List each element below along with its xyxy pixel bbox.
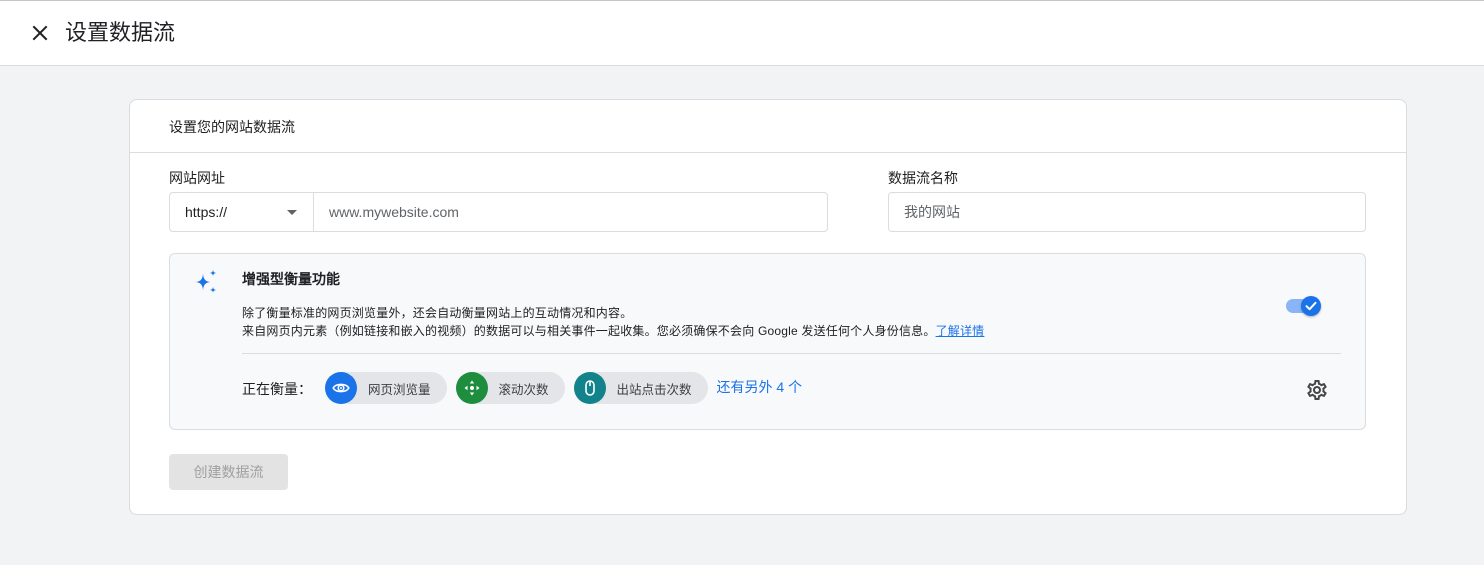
check-icon (1305, 301, 1317, 311)
web-stream-setup-card: 设置您的网站数据流 网站网址 https:// 数据流名称 增强型衡量功能 除了… (129, 99, 1407, 515)
card-title: 设置您的网站数据流 (169, 119, 295, 135)
chip-icon-circle (573, 372, 606, 404)
more-events-link[interactable]: 还有另外 4 个 (717, 377, 803, 397)
stream-name-label: 数据流名称 (888, 170, 958, 186)
chip-label: 出站点击次数 (616, 382, 692, 397)
panel-divider (242, 353, 1341, 354)
scroll-icon (464, 380, 480, 396)
dropdown-arrow-icon (287, 210, 297, 215)
protocol-select[interactable]: https:// (169, 192, 314, 232)
description-line-2-text: 来自网页内元素（例如链接和嵌入的视频）的数据可以与相关事件一起收集。您必须确保不… (242, 324, 936, 338)
enhanced-measurement-panel: 增强型衡量功能 除了衡量标准的网页浏览量外，还会自动衡量网站上的互动情况和内容。… (169, 253, 1366, 430)
chip-icon-circle (325, 372, 357, 404)
toggle-thumb (1301, 296, 1321, 316)
learn-more-link[interactable]: 了解详情 (936, 324, 985, 338)
measured-events-chips: 网页浏览量 滚动次数 出站点击次数 还有另外 4 个 (325, 372, 802, 404)
enhanced-measurement-settings-button[interactable] (1305, 378, 1329, 402)
chip-scrolls: 滚动次数 (455, 372, 565, 404)
protocol-select-value: https:// (185, 204, 228, 220)
enhanced-measurement-description: 除了衡量标准的网页浏览量外，还会自动衡量网站上的互动情况和内容。 来自网页内元素… (242, 304, 984, 340)
sparkle-icon (195, 269, 217, 293)
close-button[interactable] (28, 21, 52, 45)
create-stream-button[interactable]: 创建数据流 (169, 454, 288, 490)
description-line-2: 来自网页内元素（例如链接和嵌入的视频）的数据可以与相关事件一起收集。您必须确保不… (242, 322, 984, 340)
mouse-icon (584, 380, 595, 396)
enhanced-measurement-toggle[interactable] (1286, 296, 1326, 316)
website-url-input[interactable] (313, 192, 828, 232)
chip-label: 滚动次数 (498, 382, 549, 397)
chip-icon-circle (455, 372, 488, 404)
chip-page-views: 网页浏览量 (325, 372, 447, 404)
card-divider (130, 152, 1406, 153)
chip-outbound-clicks: 出站点击次数 (573, 372, 708, 404)
gear-icon (1307, 380, 1327, 400)
description-line-1: 除了衡量标准的网页浏览量外，还会自动衡量网站上的互动情况和内容。 (242, 306, 633, 320)
dialog-header: 设置数据流 (0, 0, 1484, 66)
enhanced-measurement-title: 增强型衡量功能 (242, 271, 340, 287)
measuring-label: 正在衡量： (242, 381, 312, 397)
close-icon (32, 25, 48, 41)
page-title: 设置数据流 (65, 20, 176, 45)
chip-label: 网页浏览量 (368, 382, 431, 397)
eye-icon (332, 383, 350, 393)
website-url-label: 网站网址 (169, 170, 225, 186)
stream-name-input[interactable] (888, 192, 1366, 232)
